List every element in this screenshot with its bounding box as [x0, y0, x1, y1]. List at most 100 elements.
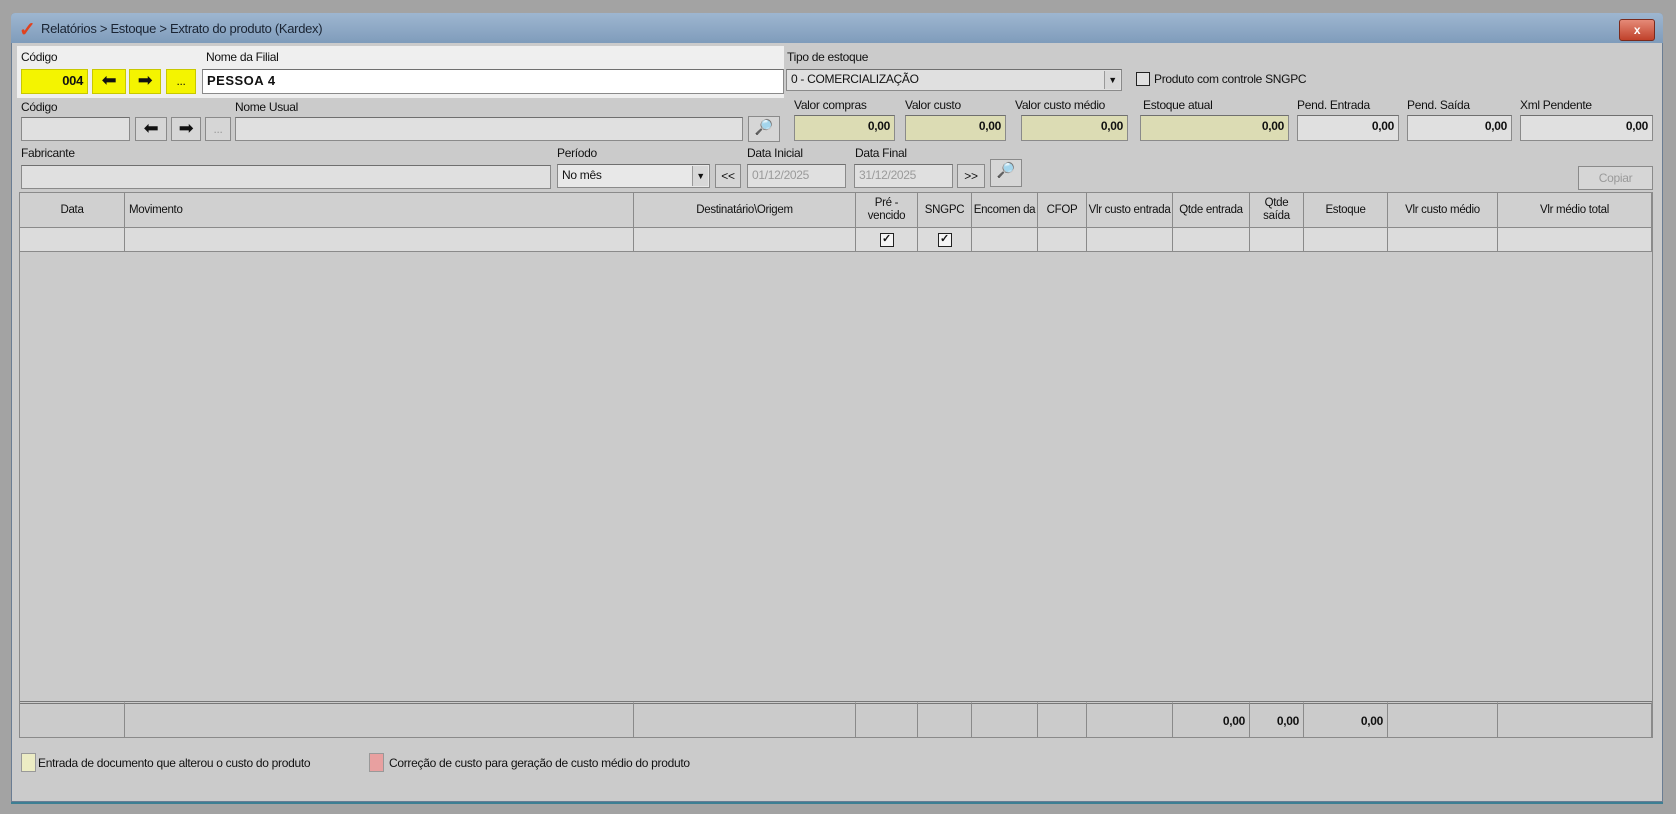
footer-total-cell [1087, 701, 1173, 737]
footer-total-cell [634, 701, 856, 737]
tipo-estoque-select[interactable]: 0 - COMERCIALIZAÇÃO ▼ [786, 69, 1122, 91]
column-header[interactable]: Vlr custo médio [1388, 193, 1498, 228]
footer-total-cell [20, 701, 125, 737]
xml-pendente-label: Xml Pendente [1520, 98, 1592, 112]
table-cell[interactable] [972, 228, 1038, 252]
footer-total-cell [1498, 701, 1652, 737]
table-cell[interactable] [1250, 228, 1304, 252]
column-header[interactable]: Vlr médio total [1498, 193, 1652, 228]
nome-usual-label: Nome Usual [235, 100, 299, 114]
table-cell[interactable]: ✓ [856, 228, 918, 252]
filial-nome-label: Nome da Filial [206, 50, 279, 64]
valor-custo-field: 0,00 [905, 115, 1006, 141]
window-title: Relatórios > Estoque > Extrato do produt… [41, 21, 323, 36]
search-filial-button[interactable]: ... [166, 69, 196, 94]
next-period-button[interactable]: >> [957, 164, 985, 188]
legend-swatch-yellow [21, 753, 36, 772]
kardex-grid[interactable]: Data Movimento Destinatário\Origem Pré - ve… [19, 192, 1653, 738]
column-header[interactable]: Estoque [1304, 193, 1388, 228]
checkbox-checked-icon[interactable]: ✓ [937, 232, 952, 247]
column-header[interactable]: SNGPC [918, 193, 972, 228]
xml-pendente-field: 0,00 [1520, 115, 1653, 141]
column-header[interactable]: Pré - vencido [856, 193, 918, 228]
column-header[interactable]: Qtde entrada [1173, 193, 1250, 228]
data-final-input[interactable]: 31/12/2025 [854, 164, 953, 188]
fabricante-input[interactable] [21, 165, 551, 189]
footer-total-cell [1388, 701, 1498, 737]
nome-usual-input[interactable] [235, 117, 743, 141]
magnifier-icon: 🔎 [996, 162, 1016, 179]
footer-total-cell: 0,00 [1304, 701, 1388, 737]
legend-label-entrada: Entrada de documento que alterou o custo… [38, 756, 311, 770]
column-header[interactable]: Qtde saída [1250, 193, 1304, 228]
sngpc-label: Produto com controle SNGPC [1154, 72, 1307, 86]
close-button[interactable]: x [1619, 19, 1655, 41]
chevron-down-icon: ▼ [1104, 71, 1120, 89]
fabricante-label: Fabricante [21, 146, 75, 160]
chevron-down-icon: ▼ [692, 166, 708, 186]
sngpc-checkbox[interactable] [1136, 72, 1150, 86]
valor-compras-label: Valor compras [794, 98, 867, 112]
valor-compras-field: 0,00 [794, 115, 895, 141]
column-header[interactable]: Vlr custo entrada [1087, 193, 1173, 228]
footer-total-cell: 0,00 [1173, 701, 1250, 737]
table-cell[interactable] [1173, 228, 1250, 252]
magnifier-icon: 🔎 [754, 119, 774, 136]
checkbox-checked-icon[interactable]: ✓ [879, 232, 894, 247]
tipo-estoque-label: Tipo de estoque [787, 50, 869, 64]
data-inicial-label: Data Inicial [747, 146, 803, 160]
footer-total-cell [972, 701, 1038, 737]
filial-codigo-input[interactable]: 004 [21, 69, 88, 94]
legend-label-correcao: Correção de custo para geração de custo … [389, 756, 690, 770]
filial-nome-input[interactable]: PESSOA 4 [202, 69, 784, 94]
table-cell[interactable] [20, 228, 125, 252]
column-header[interactable]: Encomen da [972, 193, 1038, 228]
periodo-select[interactable]: No mês ▼ [557, 164, 710, 188]
prev-period-button[interactable]: << [715, 164, 741, 188]
tipo-estoque-value: 0 - COMERCIALIZAÇÃO [791, 72, 919, 86]
footer-total-cell [856, 701, 918, 737]
data-inicial-input[interactable]: 01/12/2025 [747, 164, 846, 188]
pend-entrada-field: 0,00 [1297, 115, 1399, 141]
footer-total-cell [918, 701, 972, 737]
pend-entrada-label: Pend. Entrada [1297, 98, 1370, 112]
pend-saida-field: 0,00 [1407, 115, 1512, 141]
search-period-button[interactable]: 🔎 [990, 159, 1022, 187]
prev-filial-button[interactable]: ⬅ [92, 69, 126, 94]
next-produto-button[interactable]: ➡ [171, 117, 201, 141]
table-cell[interactable] [1038, 228, 1087, 252]
arrow-right-icon: ➡ [137, 70, 153, 90]
app-logo-icon: ✓ [19, 19, 36, 41]
pend-saida-label: Pend. Saída [1407, 98, 1470, 112]
estoque-atual-field: 0,00 [1140, 115, 1289, 141]
footer-total-cell: 0,00 [1250, 701, 1304, 737]
table-cell[interactable] [1388, 228, 1498, 252]
column-header[interactable]: Data [20, 193, 125, 228]
table-cell[interactable] [1498, 228, 1652, 252]
column-header[interactable]: Destinatário\Origem [634, 193, 856, 228]
table-cell[interactable] [1304, 228, 1388, 252]
table-cell[interactable] [125, 228, 634, 252]
arrow-left-icon: ⬅ [101, 70, 117, 90]
table-cell[interactable] [634, 228, 856, 252]
search-produto-button[interactable]: ... [205, 117, 231, 141]
produto-codigo-input[interactable] [21, 117, 130, 141]
column-header[interactable]: Movimento [125, 193, 634, 228]
periodo-value: No mês [562, 168, 602, 182]
copiar-button[interactable]: Copiar [1578, 166, 1653, 190]
table-cell[interactable]: ✓ [918, 228, 972, 252]
valor-custo-label: Valor custo [905, 98, 961, 112]
prev-produto-button[interactable]: ⬅ [135, 117, 167, 141]
footer-total-cell [125, 701, 634, 737]
next-filial-button[interactable]: ➡ [129, 69, 161, 94]
estoque-atual-label: Estoque atual [1143, 98, 1213, 112]
column-header[interactable]: CFOP [1038, 193, 1087, 228]
data-final-label: Data Final [855, 146, 907, 160]
table-cell[interactable] [1087, 228, 1173, 252]
search-button[interactable]: 🔎 [748, 116, 780, 142]
footer-total-cell [1038, 701, 1087, 737]
arrow-right-icon: ➡ [178, 118, 194, 138]
valor-custo-medio-field: 0,00 [1021, 115, 1128, 141]
valor-custo-medio-label: Valor custo médio [1015, 98, 1106, 112]
periodo-label: Período [557, 146, 597, 160]
